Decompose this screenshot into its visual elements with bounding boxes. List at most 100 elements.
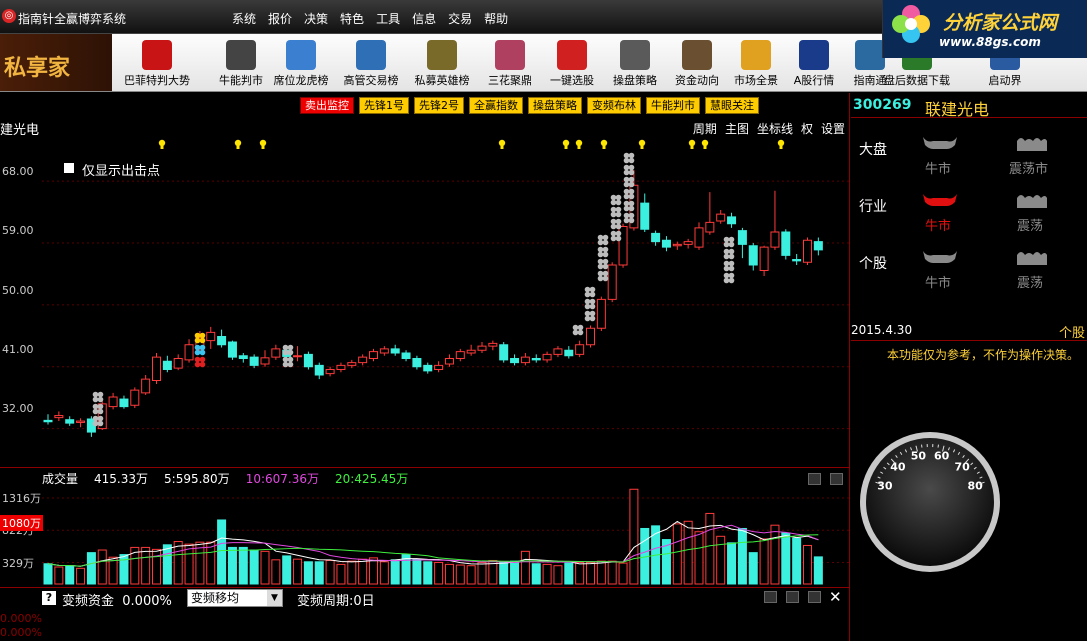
chart-menu-0[interactable]: 周期 <box>693 120 717 137</box>
volume-panel[interactable]: 成交量 415.33万 5:595.80万 10:607.36万 20:425.… <box>0 467 850 587</box>
menu-item-1[interactable]: 报价 <box>262 10 298 27</box>
minimize-indicator-icon[interactable] <box>764 591 777 603</box>
tool-hero[interactable]: 私募英雄榜 <box>405 38 479 90</box>
brand-name: 分析家公式网 <box>943 12 1058 34</box>
chart-menu-2[interactable]: 坐标线 <box>757 120 793 137</box>
tool-executive[interactable]: 高管交易榜 <box>334 38 408 90</box>
volume-tick: 1316万 <box>2 492 41 506</box>
tool-buffett[interactable]: 巴菲特判大势 <box>120 38 194 90</box>
indicator-tab-row: 卖出监控 先锋1号 先锋2号 全赢指数 操盘策略 变频布林 牛能判市 慧眼关注 <box>300 97 759 114</box>
menu-item-6[interactable]: 交易 <box>442 10 478 27</box>
tool-line-chart[interactable]: 席位龙虎榜 <box>264 38 338 90</box>
candle <box>727 212 737 228</box>
candle <box>770 190 780 250</box>
candlestick-chart[interactable] <box>0 93 850 467</box>
bull-icon <box>923 251 957 263</box>
volume-bar <box>499 561 509 585</box>
candle <box>737 227 747 259</box>
chart-menu-4[interactable]: 设置 <box>821 120 845 137</box>
candle <box>477 342 487 353</box>
volume-bar <box>76 567 86 585</box>
clover-signal-icon <box>610 230 622 242</box>
three-flowers-icon <box>495 40 525 70</box>
gauge-face <box>866 438 994 566</box>
minimize-panel-icon[interactable] <box>808 473 821 485</box>
candle <box>607 262 617 303</box>
indicator-panel[interactable]: ? 变频资金 0.000% 变频移均 ▼ 变频周期:0日 0.000% 0.00… <box>0 587 850 641</box>
clover-signal-icon <box>723 260 735 272</box>
settings-indicator-icon[interactable] <box>786 591 799 603</box>
menu-item-5[interactable]: 信息 <box>406 10 442 27</box>
indicator-select[interactable]: 变频移均 ▼ <box>187 589 283 607</box>
clover-signal-icon <box>584 298 596 310</box>
app-logo-icon: ◎ <box>2 9 16 23</box>
volume-bar <box>314 561 324 585</box>
indicator-name: 变频资金 <box>62 594 115 609</box>
show-attack-only-checkbox[interactable] <box>64 163 74 173</box>
menu-bar: 系统 报价 决策 特色 工具 信息 交易 帮助 <box>226 10 514 27</box>
chart-menu: 周期 主图 坐标线权设置 <box>693 120 845 137</box>
signal-bulb-icon <box>575 139 583 149</box>
candle <box>716 210 726 224</box>
menu-item-2[interactable]: 决策 <box>298 10 334 27</box>
volume-bar <box>227 546 237 585</box>
candle <box>152 353 161 384</box>
menu-item-7[interactable]: 帮助 <box>478 10 514 27</box>
clover-signal-icon <box>572 324 584 336</box>
signal-bulb-icon <box>158 139 166 149</box>
candle <box>759 245 769 276</box>
volume-bar <box>683 520 693 585</box>
chart-menu-1[interactable]: 主图 <box>725 120 749 137</box>
volume-bar <box>629 488 639 585</box>
zoom-indicator-icon[interactable] <box>808 591 821 603</box>
clover-signal-icon <box>597 258 609 270</box>
chart-menu-3[interactable]: 权 <box>801 120 813 137</box>
candle <box>54 411 64 422</box>
zoom-panel-icon[interactable] <box>830 473 843 485</box>
signal-bulb-icon <box>688 139 696 149</box>
candle <box>271 344 281 360</box>
volume-ma20: 20:425.45万 <box>335 472 409 486</box>
menu-item-3[interactable]: 特色 <box>334 10 370 27</box>
volume-bar <box>238 546 248 585</box>
volume-bar <box>141 546 151 585</box>
tab-3[interactable]: 全赢指数 <box>469 97 523 114</box>
volume-bar <box>596 560 606 585</box>
tab-2[interactable]: 先锋2号 <box>414 97 464 114</box>
menu-item-4[interactable]: 工具 <box>370 10 406 27</box>
signal-bulb-icon <box>562 139 570 149</box>
indicator-title: 变频资金 0.000% <box>62 590 172 609</box>
volume-bar <box>759 538 769 585</box>
bull-power-icon <box>226 40 256 70</box>
help-icon[interactable]: ? <box>42 591 56 605</box>
volume-bar <box>423 561 433 585</box>
signal-bulb-icon <box>259 139 267 149</box>
tab-6[interactable]: 牛能判市 <box>646 97 700 114</box>
tab-0[interactable]: 卖出监控 <box>300 97 354 114</box>
tab-5[interactable]: 变频布林 <box>587 97 641 114</box>
stock-tab-label[interactable]: 个股 <box>1059 322 1085 341</box>
indicator-period: 变频周期:0日 <box>297 594 375 609</box>
chevron-down-icon[interactable]: ▼ <box>267 590 282 606</box>
tab-1[interactable]: 先锋1号 <box>359 97 409 114</box>
market-row-label: 行业 <box>859 199 887 215</box>
tab-7[interactable]: 慧眼关注 <box>705 97 759 114</box>
volume-bar <box>260 550 270 585</box>
candle <box>303 351 313 370</box>
bull-state-label: 牛市 <box>925 219 952 234</box>
tab-4[interactable]: 操盘策略 <box>528 97 582 114</box>
menu-item-0[interactable]: 系统 <box>226 10 262 27</box>
candle <box>249 354 259 369</box>
candle <box>499 342 509 363</box>
candle <box>76 418 86 428</box>
candle <box>238 353 248 363</box>
private-logo[interactable]: 私享家 <box>0 34 112 91</box>
app-window: ◎ 指南针全赢博弈系统 系统 报价 决策 特色 工具 信息 交易 帮助 私享家 巴菲特判大势牛… <box>0 0 1087 641</box>
stock-code: 300269 <box>853 97 912 113</box>
candlestick-chart-panel[interactable]: 卖出监控 先锋1号 先锋2号 全赢指数 操盘策略 变频布林 牛能判市 慧眼关注 建光电 周期主… <box>0 93 850 467</box>
show-attack-only-label[interactable]: 仅显示出击点 <box>82 160 160 179</box>
clover-signal-icon <box>194 356 206 368</box>
close-icon[interactable]: ✕ <box>829 588 842 606</box>
candle <box>336 362 346 373</box>
candle <box>672 241 682 250</box>
